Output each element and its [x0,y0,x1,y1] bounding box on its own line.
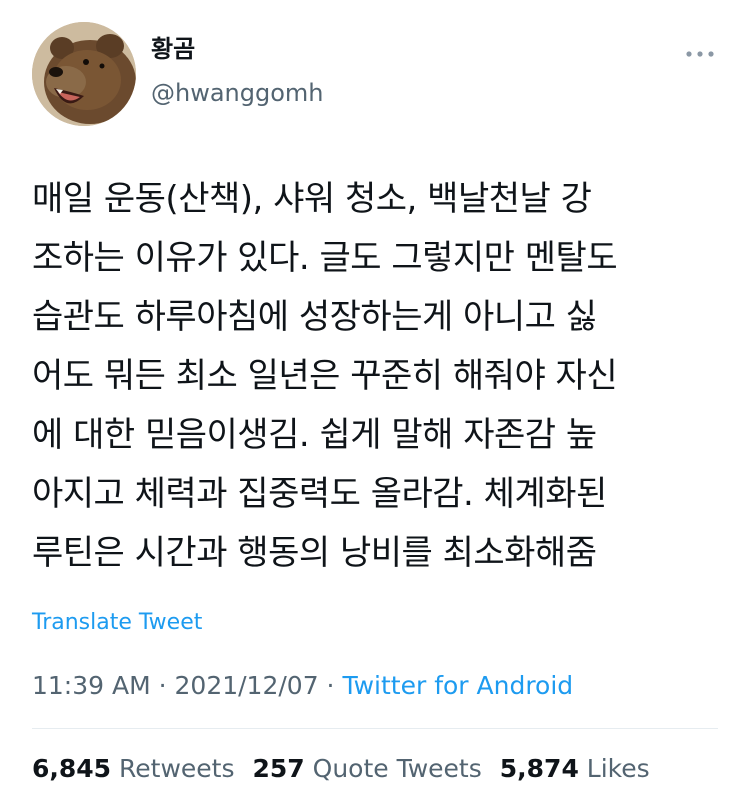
meta-separator: · [150,671,175,700]
likes-stat[interactable]: 5,874 Likes [500,753,650,785]
tweet-source-link[interactable]: Twitter for Android [342,671,573,700]
more-horizontal-icon [686,51,714,57]
tweet-stats: 6,845 Retweets 257 Quote Tweets 5,874 Li… [32,753,650,785]
author-name[interactable]: 황곰 [151,34,195,64]
tweet-text: 매일 운동(산책), 샤워 청소, 백날천날 강 조하는 이유가 있다. 글도 … [32,179,618,573]
meta-separator: · [318,671,343,700]
quote-tweets-label: Quote Tweets [312,754,482,783]
likes-label: Likes [586,754,650,783]
tweet-time[interactable]: 11:39 AM [32,671,151,700]
author-handle[interactable]: @hwanggomh [151,78,324,108]
retweets-count: 6,845 [32,754,112,783]
retweets-stat[interactable]: 6,845 Retweets [32,753,235,785]
brown-bear-avatar-icon [32,22,136,126]
quote-tweets-count: 257 [252,754,305,783]
divider [32,728,718,729]
tweet-date[interactable]: 2021/12/07 [175,671,319,700]
quote-tweets-stat[interactable]: 257 Quote Tweets [253,753,482,785]
translate-tweet-link[interactable]: Translate Tweet [32,608,202,638]
likes-count: 5,874 [499,754,579,783]
avatar[interactable] [32,22,136,126]
retweets-label: Retweets [119,754,235,783]
more-options-button[interactable] [680,42,720,66]
tweet-metadata: 11:39 AM · 2021/12/07 · Twitter for Andr… [32,670,573,702]
